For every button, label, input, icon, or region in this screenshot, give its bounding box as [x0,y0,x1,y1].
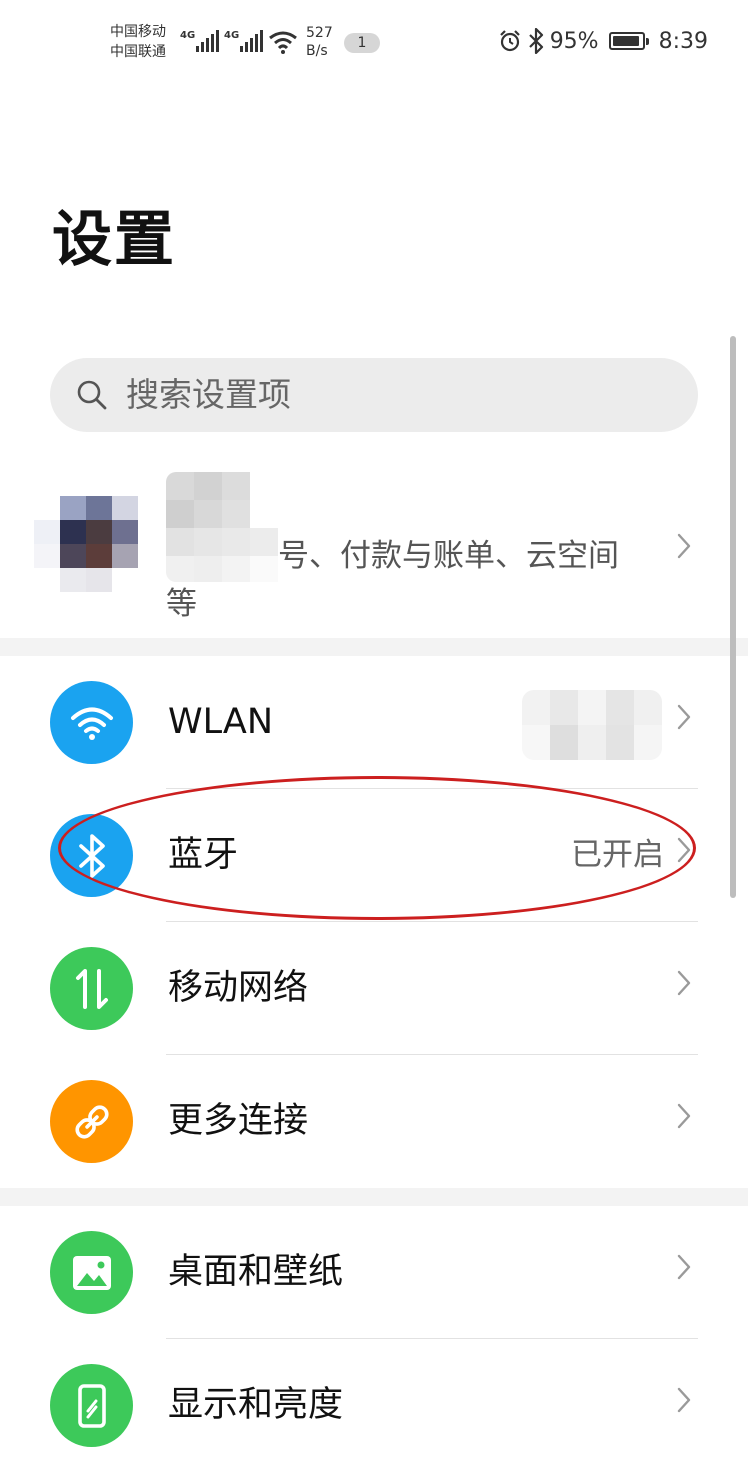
search-icon [77,380,107,410]
section-divider [0,1188,748,1206]
display-icon [50,1364,133,1447]
link-icon [50,1080,133,1163]
status-bar: 中国移动 中国联通 4G 4G 527 B/s 1 95% 8:39 [0,0,748,86]
chevron-right-icon [677,837,691,863]
search-input[interactable]: 搜索设置项 [50,358,698,432]
mobile-data-icon [50,947,133,1030]
search-placeholder: 搜索设置项 [126,375,291,414]
scrollbar[interactable] [730,336,736,898]
settings-item-wallpaper[interactable]: 桌面和壁纸 [0,1206,748,1339]
avatar [34,496,138,592]
settings-item-label: 桌面和壁纸 [168,1252,344,1292]
battery-percent: 95% [549,28,599,54]
settings-item-more-connections[interactable]: 更多连接 [0,1055,748,1188]
bluetooth-icon [528,28,543,54]
battery-fill [612,36,639,46]
alarm-icon [499,30,520,52]
bluetooth-status: 已开启 [571,837,664,873]
settings-item-label: 显示和亮度 [168,1385,344,1425]
status-right: 95% 8:39 [498,28,708,54]
settings-item-label: WLAN [168,702,274,742]
chevron-right-icon [677,1254,691,1280]
carrier-names: 中国移动 中国联通 [110,22,166,62]
carrier-1: 中国移动 [110,24,166,40]
battery-icon [608,32,649,50]
section-divider [0,638,748,656]
chevron-right-icon [677,970,691,996]
bluetooth-icon [50,814,133,897]
settings-item-label: 移动网络 [168,968,309,1008]
settings-item-display[interactable]: 显示和亮度 [0,1339,748,1472]
net-type-1: 4G [180,30,196,41]
carrier-2: 中国联通 [110,44,166,60]
net-type-2: 4G [224,30,240,41]
chevron-right-icon [677,1387,691,1413]
wlan-network-name-blurred [522,690,662,760]
settings-item-label: 蓝牙 [168,835,239,875]
settings-item-bluetooth[interactable]: 蓝牙 已开启 [0,789,748,922]
speed-value: 527 [306,25,333,41]
settings-item-mobile-network[interactable]: 移动网络 [0,922,748,1055]
account-description: 号、付款与账单、云空间 等 [166,532,646,628]
chevron-right-icon [677,1103,691,1129]
settings-item-wlan[interactable]: WLAN [0,656,748,789]
account-desc-line1: 号、付款与账单、云空间 [278,538,619,574]
wifi-status-icon [269,31,297,54]
chevron-right-icon [677,533,691,559]
account-desc-line2: 等 [166,586,197,622]
clock: 8:39 [658,28,708,54]
notification-badge: 1 [344,33,380,53]
network-speed: 527 B/s [306,24,333,60]
wallpaper-icon [50,1231,133,1314]
account-entry[interactable]: 号、付款与账单、云空间 等 [0,460,748,636]
chevron-right-icon [677,704,691,730]
wifi-icon [50,681,133,764]
page-title: 设置 [52,205,176,275]
speed-unit: B/s [306,43,328,59]
settings-item-label: 更多连接 [168,1101,309,1141]
